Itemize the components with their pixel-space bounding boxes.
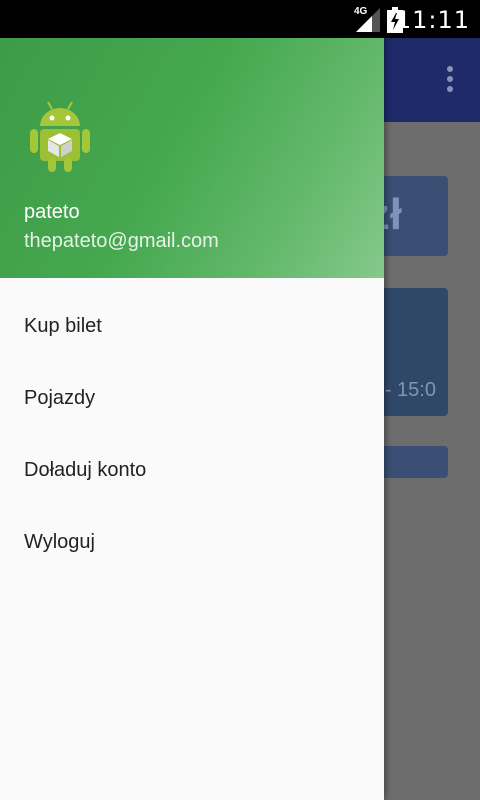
menu-item-buy-ticket[interactable]: Kup bilet — [0, 290, 384, 362]
menu-item-label: Doładuj konto — [24, 458, 147, 481]
clock: 11:11 — [395, 6, 470, 34]
drawer-menu: Kup bilet Pojazdy Doładuj konto Wyloguj — [0, 290, 384, 578]
status-bar: 4G 11:11 — [0, 0, 480, 38]
menu-item-label: Kup bilet — [24, 314, 102, 337]
drawer-header: pateto thepateto@gmail.com — [0, 38, 384, 278]
menu-item-logout[interactable]: Wyloguj — [0, 506, 384, 578]
ticket-time: - 15:0 — [384, 379, 436, 401]
menu-item-top-up[interactable]: Doładuj konto — [0, 434, 384, 506]
signal-icon — [356, 8, 380, 32]
menu-item-vehicles[interactable]: Pojazdy — [0, 362, 384, 434]
user-name: pateto — [24, 201, 80, 223]
menu-item-label: Wyloguj — [24, 530, 95, 553]
android-robot-icon — [30, 101, 90, 172]
more-vert-icon[interactable] — [446, 66, 454, 94]
menu-item-label: Pojazdy — [24, 386, 96, 409]
user-email: thepateto@gmail.com — [24, 230, 219, 252]
navigation-drawer: pateto thepateto@gmail.com Kup bilet Poj… — [0, 38, 384, 800]
